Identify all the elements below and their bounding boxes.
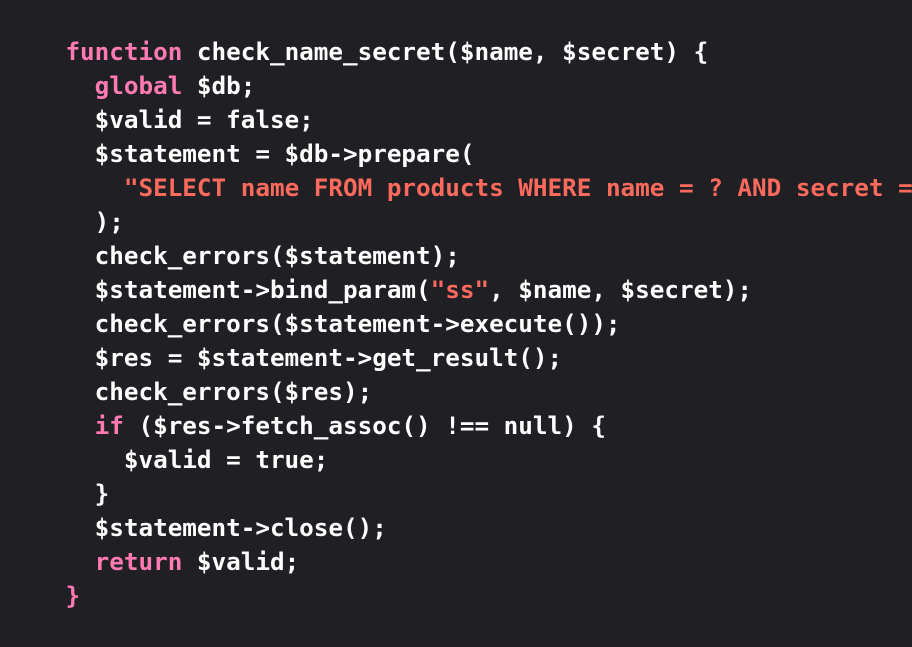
code-line: $statement->close();: [7, 477, 912, 542]
keyword-token: return: [94, 547, 183, 576]
code-token: $statement->bind_param(: [65, 275, 431, 304]
string-token: "SELECT name FROM products WHERE name = …: [123, 173, 912, 202]
code-token: $valid = true;: [65, 445, 329, 474]
code-token: , $name, $secret);: [489, 275, 753, 304]
code-token: }: [65, 479, 110, 508]
code-token: check_errors($statement);: [65, 241, 460, 270]
keyword-token: global: [94, 71, 183, 100]
keyword-token: if: [94, 411, 124, 440]
code-editor[interactable]: function check_name_secret($name, $secre…: [0, 0, 912, 610]
code-token: );: [65, 207, 124, 236]
code-token: $db;: [182, 71, 256, 100]
indent-token: [65, 173, 123, 202]
code-token: check_errors($res);: [65, 377, 373, 406]
code-token: check_name_secret($name, $secret) {: [182, 37, 709, 66]
closing-brace-token: }: [65, 581, 81, 610]
indent-token: [65, 547, 94, 576]
code-line: function check_name_secret($name, $secre…: [7, 1, 912, 66]
code-token: $statement->close();: [65, 513, 387, 542]
code-line: check_errors($statement);: [7, 205, 912, 270]
keyword-token: function: [65, 37, 183, 66]
code-token: $valid = false;: [65, 105, 314, 134]
code-token: $valid;: [182, 547, 300, 576]
indent-token: [65, 411, 94, 440]
code-token: $statement = $db->prepare(: [65, 139, 475, 168]
code-token: $res = $statement->get_result();: [65, 343, 563, 372]
code-token: check_errors($statement->execute());: [65, 309, 621, 338]
string-token: "ss": [430, 275, 490, 304]
indent-token: [65, 71, 94, 100]
code-token: ($res->fetch_assoc() !== null) {: [123, 411, 606, 440]
